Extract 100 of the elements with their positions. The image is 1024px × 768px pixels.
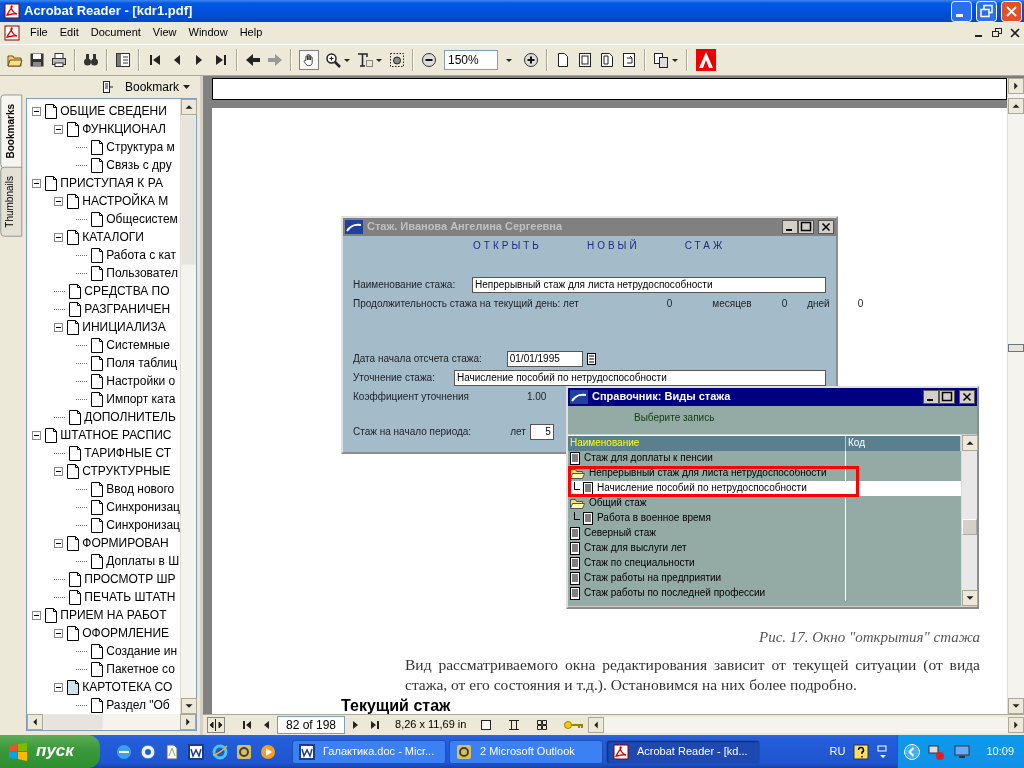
pdf-document-icon[interactable] bbox=[4, 25, 20, 41]
bookmark-item[interactable]: Связь с дру bbox=[106, 157, 172, 173]
bookmark-item[interactable]: Общесистем bbox=[106, 211, 178, 227]
scroll-left-icon[interactable] bbox=[27, 714, 44, 730]
panel-icon[interactable] bbox=[115, 52, 131, 68]
bookmark-item[interactable]: ТАРИФНЫЕ СТ bbox=[84, 445, 172, 461]
collapse-icon[interactable] bbox=[54, 628, 64, 638]
side-tab[interactable]: Thumbnails bbox=[0, 167, 23, 238]
scroll-down-icon[interactable] bbox=[181, 698, 197, 714]
bookmark-item[interactable]: КАРТОТЕКА СО bbox=[82, 679, 173, 695]
menu-item[interactable]: View bbox=[146, 24, 183, 42]
bookmark-item[interactable]: ПРОСМОТР ШР bbox=[84, 571, 176, 587]
caret-icon[interactable] bbox=[344, 58, 350, 62]
action-label[interactable]: СТАЖ bbox=[684, 239, 726, 252]
bookmark-item[interactable]: ПРИСТУПАЯ К РА bbox=[60, 175, 163, 191]
scroll-down-icon[interactable] bbox=[1008, 698, 1024, 715]
word-icon[interactable] bbox=[188, 743, 204, 760]
rotate-page-icon[interactable] bbox=[621, 52, 637, 68]
computer-icon[interactable] bbox=[954, 743, 971, 760]
bookmark-item[interactable]: Системные bbox=[106, 337, 170, 353]
first-page-icon[interactable] bbox=[241, 719, 253, 731]
caret-icon[interactable] bbox=[183, 85, 190, 89]
help-icon[interactable] bbox=[853, 743, 870, 760]
taskbar-button[interactable]: Acrobat Reader - [kd... bbox=[606, 739, 760, 764]
single-page-icon[interactable] bbox=[480, 719, 493, 731]
bookmark-item[interactable]: Доплаты в Ш bbox=[106, 553, 180, 569]
bookmark-item[interactable]: Структура м bbox=[106, 139, 175, 155]
arrows-icon[interactable] bbox=[877, 743, 890, 760]
messenger-icon[interactable] bbox=[140, 743, 156, 760]
caret-icon[interactable] bbox=[672, 58, 678, 62]
last-page-icon[interactable] bbox=[369, 719, 382, 731]
menu-item[interactable]: Document bbox=[84, 24, 147, 42]
chevron-icon[interactable] bbox=[904, 743, 921, 760]
bookmark-item[interactable]: Создание ин bbox=[106, 643, 178, 659]
bookmark-item[interactable]: КАТАЛОГИ bbox=[82, 229, 144, 245]
zoom-in-icon[interactable] bbox=[523, 52, 539, 68]
bookmark-item[interactable]: СРЕДСТВА ПО bbox=[84, 283, 170, 299]
pages-icon[interactable] bbox=[653, 52, 669, 68]
bookmark-item[interactable]: ПРИЕМ НА РАБОТ bbox=[60, 607, 167, 623]
scroll-up-icon[interactable] bbox=[181, 99, 197, 115]
bookmark-item[interactable]: ОФОРМЛЕНИЕ bbox=[82, 625, 170, 641]
bookmark-item[interactable]: Работа с кат bbox=[106, 247, 176, 263]
list-row[interactable]: Работа в военное время bbox=[568, 510, 961, 526]
taskbar-button[interactable]: 2 Microsoft Outlook bbox=[449, 739, 603, 764]
browser-icon[interactable] bbox=[116, 743, 132, 760]
date-field[interactable]: 01/01/1995 bbox=[506, 350, 583, 367]
bookmark-item[interactable]: ДОПОЛНИТЕЛЬ bbox=[84, 409, 176, 425]
scroll-thumb[interactable] bbox=[1008, 344, 1024, 352]
back-arrow-icon[interactable] bbox=[245, 52, 261, 68]
first-page-icon[interactable] bbox=[147, 52, 163, 68]
bookmark-item[interactable]: РАЗГРАНИЧЕН bbox=[84, 301, 171, 317]
document-icon[interactable] bbox=[164, 743, 180, 760]
menu-item[interactable]: Help bbox=[233, 24, 269, 42]
collapse-icon[interactable] bbox=[54, 466, 64, 476]
network-icon[interactable] bbox=[928, 743, 947, 760]
snapshot-icon[interactable] bbox=[389, 52, 405, 68]
facing-pages-icon[interactable] bbox=[536, 719, 549, 731]
printer-icon[interactable] bbox=[51, 52, 67, 68]
zoom-field[interactable]: 150% bbox=[444, 50, 498, 70]
caret-icon[interactable] bbox=[506, 58, 512, 62]
list-row[interactable]: Стаж для выслуги лет bbox=[568, 540, 961, 556]
scroll-right-icon[interactable] bbox=[180, 714, 196, 730]
scroll-up-icon[interactable] bbox=[1008, 98, 1024, 114]
close-icon[interactable] bbox=[1010, 28, 1020, 38]
scroll-left-icon[interactable] bbox=[588, 717, 605, 733]
collapse-icon[interactable] bbox=[54, 124, 64, 134]
maximize-icon[interactable] bbox=[939, 389, 955, 404]
bookmark-item[interactable]: ФУНКЦИОНАЛ bbox=[82, 121, 166, 137]
list-row[interactable]: Северный стаж bbox=[568, 525, 961, 541]
globe-icon[interactable] bbox=[212, 743, 228, 760]
bookmark-item[interactable]: ШТАТНОЕ РАСПИС bbox=[60, 427, 172, 443]
fit-page-icon[interactable] bbox=[577, 52, 593, 68]
bookmark-item[interactable]: ОБЩИЕ СВЕДЕНИ bbox=[60, 103, 167, 119]
bookmark-item[interactable]: Пакетное со bbox=[106, 661, 175, 677]
collapse-icon[interactable] bbox=[32, 106, 42, 116]
collapse-icon[interactable] bbox=[54, 196, 64, 206]
collapse-icon[interactable] bbox=[54, 682, 64, 692]
bookmark-item[interactable]: Раздел "Об bbox=[106, 697, 170, 713]
adobe-logo-icon[interactable] bbox=[696, 49, 716, 71]
column-header[interactable]: Наименование bbox=[568, 435, 846, 451]
collapse-icon[interactable] bbox=[54, 538, 64, 548]
zoom-in-icon[interactable] bbox=[325, 52, 341, 68]
menu-item[interactable]: Window bbox=[182, 24, 234, 42]
action-label[interactable]: ОТКРЫТЬ bbox=[473, 239, 542, 252]
collapse-icon[interactable] bbox=[54, 322, 64, 332]
list-row[interactable]: Стаж для доплаты к пенсии bbox=[568, 450, 961, 466]
collapse-icon[interactable] bbox=[54, 232, 64, 242]
bookmark-item[interactable]: Настройки о bbox=[106, 373, 176, 389]
close-icon[interactable] bbox=[959, 389, 975, 404]
language-indicator[interactable]: RU bbox=[829, 744, 846, 759]
bookmark-item[interactable]: Пользовател bbox=[106, 265, 178, 281]
bookmark-item[interactable]: Синхронизац bbox=[106, 499, 180, 515]
bookmark-item[interactable]: ПЕЧАТЬ ШТАТН bbox=[84, 589, 176, 605]
collapse-icon[interactable] bbox=[32, 610, 42, 620]
bookmark-item[interactable]: НАСТРОЙКА М bbox=[82, 193, 169, 209]
collapse-icon[interactable] bbox=[32, 430, 42, 440]
options-icon[interactable] bbox=[102, 81, 113, 93]
name-field[interactable]: Непрерывный стаж для листа нетрудоспособности bbox=[472, 276, 826, 293]
list-row[interactable]: Стаж по специальности bbox=[568, 555, 961, 571]
outlook-icon[interactable] bbox=[236, 743, 252, 760]
